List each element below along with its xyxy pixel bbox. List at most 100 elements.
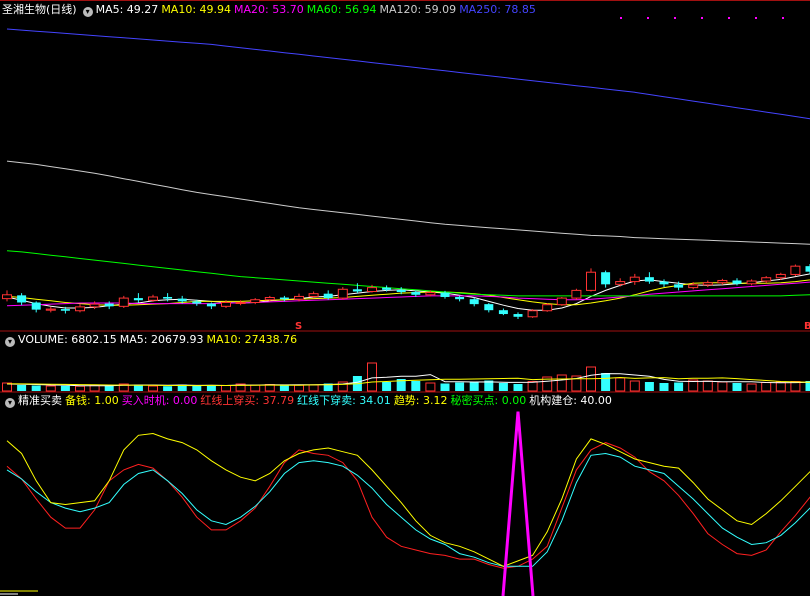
candle-body-down bbox=[323, 293, 333, 299]
volume-bar-up bbox=[629, 380, 640, 392]
volume-bar-down bbox=[513, 384, 523, 391]
candle-body-down bbox=[805, 266, 810, 272]
ma-line-ma60 bbox=[6, 250, 810, 297]
candle-body-down bbox=[644, 277, 654, 282]
top-dot bbox=[674, 17, 676, 19]
volume-bar-down bbox=[17, 385, 27, 391]
volume-bar-up bbox=[527, 381, 538, 392]
indicator-yellow-line bbox=[6, 432, 810, 567]
main-title: 圣湘生物(日线) bbox=[2, 3, 77, 16]
volume-bar-up bbox=[556, 374, 567, 392]
volume-bar-down bbox=[601, 373, 611, 391]
volume-legend-item-1: MA5: 20679.93 bbox=[119, 333, 204, 346]
candle-body-up bbox=[790, 265, 801, 275]
volume-bar-up bbox=[367, 362, 377, 392]
volume-bar-up bbox=[425, 382, 436, 392]
ma-legend-3: MA60: 56.94 bbox=[306, 3, 377, 16]
volume-bar-down bbox=[674, 382, 684, 391]
top-dot bbox=[620, 17, 622, 19]
volume-bar-up bbox=[75, 385, 85, 392]
candle-body-down bbox=[440, 292, 450, 297]
volume-toggle-icon[interactable]: ▾ bbox=[5, 337, 15, 347]
candle-body-up bbox=[118, 297, 129, 307]
indicator-red-line bbox=[6, 442, 810, 569]
volume-bar-down bbox=[60, 385, 70, 391]
candle-body-up bbox=[337, 288, 348, 299]
volume-bar-up bbox=[702, 380, 713, 392]
ma-line-ma250 bbox=[6, 28, 810, 120]
volume-bar-down bbox=[455, 382, 465, 391]
volume-bar-down bbox=[279, 385, 289, 391]
indicator-legend-item-2: 买入时机: 0.00 bbox=[121, 394, 198, 407]
indicator-legend: ▾ 精准买卖 备钱: 1.00 买入时机: 0.00 红线上穿买: 37.79 红线下穿卖… bbox=[2, 393, 618, 409]
volume-bar-down bbox=[732, 383, 742, 391]
candle-body-down bbox=[674, 284, 684, 288]
candle-body-up bbox=[148, 296, 158, 301]
top-dot bbox=[782, 17, 784, 19]
candle-body-down bbox=[659, 281, 669, 285]
indicator-legend-item-6: 秘密买点: 0.00 bbox=[450, 394, 527, 407]
indicator-legend-item-3: 红线上穿买: 37.79 bbox=[200, 394, 295, 407]
candle-body-down bbox=[498, 310, 508, 315]
volume-bar-up bbox=[717, 381, 728, 392]
candle-body-down bbox=[513, 314, 523, 317]
indicator-toggle-icon[interactable]: ▾ bbox=[5, 398, 15, 408]
volume-bar-up bbox=[294, 384, 304, 392]
volume-bar-down bbox=[659, 383, 669, 391]
volume-legend-item-0: VOLUME: 6802.15 bbox=[18, 333, 117, 346]
ma-legend-1: MA10: 49.94 bbox=[161, 3, 232, 16]
candle-body-up bbox=[75, 306, 85, 312]
candle-body-up bbox=[89, 303, 100, 308]
indicator-legend-item-7: 机构建仓: 40.00 bbox=[529, 394, 612, 407]
volume-bar-up bbox=[45, 385, 56, 392]
volume-bar-down bbox=[411, 381, 421, 391]
candle-body-up bbox=[615, 281, 626, 285]
volume-bar-down bbox=[104, 385, 114, 391]
candle-body-up bbox=[717, 279, 728, 284]
candle-body-down bbox=[732, 280, 742, 284]
top-dot bbox=[755, 17, 757, 19]
volume-bar-up bbox=[615, 377, 626, 392]
volume-bar-down bbox=[31, 385, 41, 391]
candle-body-down bbox=[411, 292, 421, 295]
ma-legend-2: MA20: 53.70 bbox=[234, 3, 304, 16]
volume-bar-up bbox=[775, 381, 786, 392]
top-dot bbox=[701, 17, 703, 19]
volume-bar-down bbox=[382, 382, 392, 391]
candle-body-down bbox=[601, 272, 611, 285]
candle-body-up bbox=[586, 271, 596, 291]
candle-body-up bbox=[264, 297, 275, 301]
ma-legend-5: MA250: 78.85 bbox=[459, 3, 536, 16]
candle-body-up bbox=[761, 277, 772, 282]
candle-body-up bbox=[425, 292, 436, 296]
candle-body-up bbox=[746, 280, 757, 285]
candle-body-up bbox=[367, 287, 377, 292]
volume-bar-up bbox=[761, 382, 772, 392]
candle-body-down bbox=[17, 295, 27, 303]
candle-body-up bbox=[702, 282, 713, 286]
indicator-legend-item-5: 趋势: 3.12 bbox=[393, 394, 448, 407]
candle-body-up bbox=[235, 301, 246, 304]
volume-legend: ▾ VOLUME: 6802.15 MA5: 20679.93 MA10: 27438… bbox=[2, 332, 303, 348]
volume-legend-item-2: MA10: 27438.76 bbox=[206, 333, 298, 346]
candle-body-up bbox=[556, 297, 567, 306]
volume-bar-down bbox=[192, 386, 202, 391]
volume-bar-up bbox=[746, 383, 757, 392]
volume-bar-up bbox=[148, 385, 158, 392]
candle-body-up bbox=[527, 310, 538, 318]
candle-body-down bbox=[382, 287, 392, 290]
buy-timing-spike bbox=[501, 411, 535, 596]
candle-body-up bbox=[542, 304, 553, 312]
stock-chart[interactable]: 78.49SB bbox=[0, 0, 810, 596]
candle-body-down bbox=[133, 298, 143, 301]
candle-body-up bbox=[571, 289, 582, 299]
candle-body-up bbox=[308, 293, 319, 297]
legend-toggle-icon[interactable]: ▾ bbox=[82, 7, 93, 17]
volume-bar-down bbox=[644, 382, 654, 391]
indicator-legend-item-0: 精准买卖 bbox=[18, 394, 62, 407]
candle-body-down bbox=[192, 301, 202, 304]
ma-line-ma120 bbox=[6, 160, 810, 245]
candle-body-down bbox=[104, 303, 114, 307]
candle-body-up bbox=[294, 295, 304, 300]
candle-body-up bbox=[45, 308, 56, 311]
